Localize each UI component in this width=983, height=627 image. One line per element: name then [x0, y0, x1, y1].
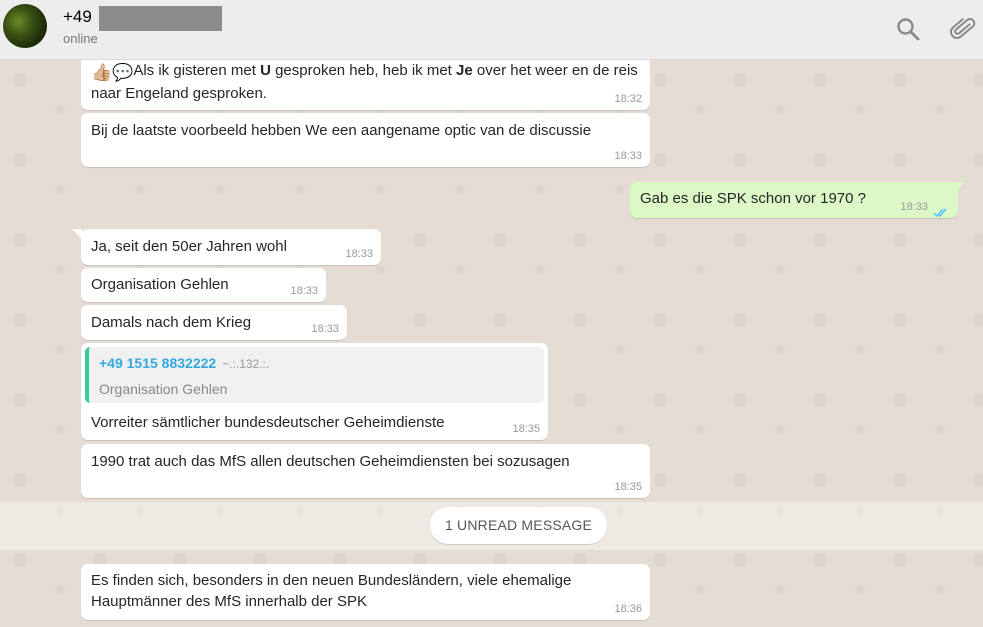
emoji: 👍🏼💬	[91, 63, 134, 82]
message-text: Ja, seit den 50er Jahren wohl	[91, 238, 287, 255]
quote-sender-row: +49 1515 8832222 ~.:.132.:.	[99, 353, 534, 375]
message-time: 18:33	[900, 201, 928, 213]
message-text: Es finden sich, besonders in den neuen B…	[91, 572, 572, 610]
bold-word: Je	[456, 62, 473, 79]
message-bubble-incoming[interactable]: 1990 trat auch das MfS allen deutschen G…	[81, 444, 650, 498]
search-icon[interactable]	[895, 16, 921, 42]
message-text: Vorreiter sämtlicher bundesdeutscher Geh…	[91, 414, 445, 431]
message-bubble-incoming[interactable]: Organisation Gehlen 18:33	[81, 268, 326, 302]
contact-avatar[interactable]	[3, 4, 47, 48]
paperclip-icon[interactable]	[949, 16, 976, 42]
contact-status: online	[63, 31, 98, 46]
message-text: Gab es die SPK schon vor 1970 ?	[640, 190, 866, 207]
message-time: 18:35	[614, 481, 642, 493]
message-text: Organisation Gehlen	[91, 276, 229, 293]
message-bubble-incoming[interactable]: 👍🏼💬Als ik gisteren met U gesproken heb, …	[81, 60, 650, 110]
message-bubble-incoming[interactable]: Ja, seit den 50er Jahren wohl 18:33	[81, 229, 381, 265]
message-text: 1990 trat auch das MfS allen deutschen G…	[91, 453, 570, 470]
redacted-number	[99, 6, 222, 31]
message-text: Als ik gisteren met U gesproken heb, heb…	[91, 62, 638, 102]
quote-sender-name: ~.:.132.:.	[222, 357, 270, 371]
contact-name[interactable]: +49	[63, 7, 92, 27]
message-bubble-incoming[interactable]: Es finden sich, besonders in den neuen B…	[81, 564, 650, 620]
quoted-message[interactable]: +49 1515 8832222 ~.:.132.:. Organisation …	[85, 347, 544, 403]
message-bubble-incoming[interactable]: Bij de laatste voorbeeld hebben We een a…	[81, 113, 650, 167]
quote-text: Organisation Gehlen	[99, 381, 228, 397]
message-time: 18:32	[614, 93, 642, 105]
bold-word: U	[260, 62, 271, 79]
read-receipt-icon	[933, 203, 950, 218]
chat-header: +49 online	[0, 0, 983, 60]
message-time: 18:33	[345, 248, 373, 260]
message-bubble-outgoing[interactable]: Gab es die SPK schon vor 1970 ? 18:33	[630, 182, 958, 218]
unread-messages-badge: 1 UNREAD MESSAGE	[430, 507, 607, 544]
message-text: Bij de laatste voorbeeld hebben We een a…	[91, 122, 592, 139]
message-time: 18:33	[614, 150, 642, 162]
message-list[interactable]: 👍🏼💬Als ik gisteren met U gesproken heb, …	[0, 60, 983, 627]
message-bubble-incoming[interactable]: +49 1515 8832222 ~.:.132.:. Organisation …	[81, 343, 548, 440]
message-time: 18:33	[290, 285, 318, 297]
message-time: 18:33	[311, 323, 339, 335]
quote-sender: +49 1515 8832222	[99, 355, 217, 371]
message-time: 18:36	[614, 603, 642, 615]
message-bubble-incoming[interactable]: Damals nach dem Krieg 18:33	[81, 305, 347, 340]
message-time: 18:35	[512, 423, 540, 435]
message-text: Damals nach dem Krieg	[91, 314, 252, 331]
